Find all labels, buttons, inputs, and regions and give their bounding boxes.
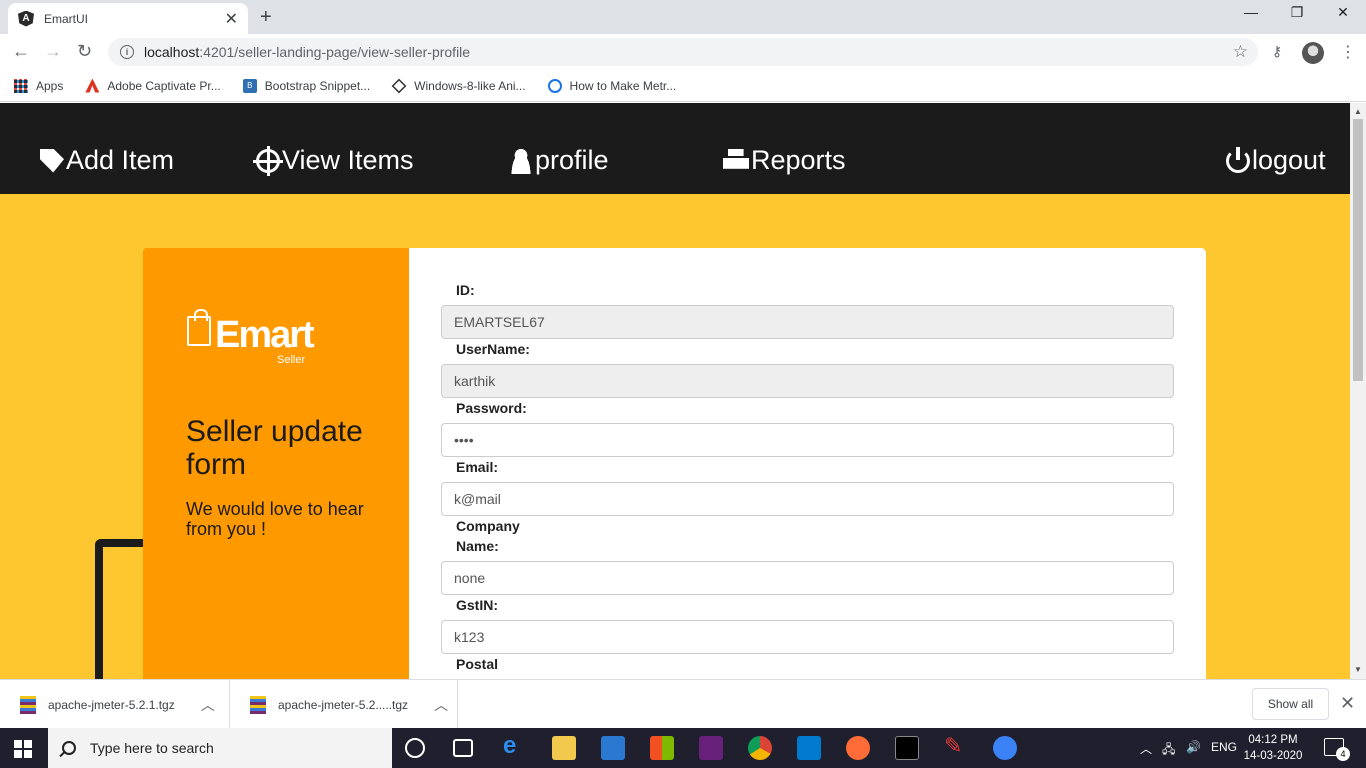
windows-start-icon[interactable] (14, 740, 32, 758)
form-info-panel: Emart Seller Seller update form We would… (143, 248, 409, 679)
crosshair-icon (253, 145, 283, 176)
chevron-up-icon[interactable]: ︿ (201, 695, 215, 715)
vscode-icon[interactable] (797, 736, 821, 760)
postman-icon[interactable] (846, 736, 870, 760)
docker-icon[interactable] (993, 736, 1017, 760)
minimize-icon[interactable]: — (1228, 4, 1274, 20)
address-bar[interactable]: i localhost:4201/seller-landing-page/vie… (108, 38, 1258, 66)
close-window-icon[interactable]: ✕ (1320, 4, 1366, 21)
windows-taskbar: Type here to search e ✎ ︿ 🖧 🔊 ENG 04:12 … (0, 728, 1366, 768)
store-icon[interactable] (650, 736, 674, 760)
close-downloads-icon[interactable]: ✕ (1340, 693, 1355, 714)
browser-tab[interactable]: A EmartUI ✕ (8, 3, 248, 34)
password-field[interactable] (441, 423, 1174, 457)
info-icon[interactable]: i (120, 45, 134, 59)
file-explorer-icon[interactable] (552, 736, 576, 760)
tag-icon (40, 148, 64, 173)
downloads-bar: apache-jmeter-5.2.1.tgz ︿ apache-jmeter-… (0, 679, 1366, 729)
bootstrap-icon: B (242, 78, 257, 93)
cortana-icon[interactable] (405, 738, 425, 758)
task-view-icon[interactable] (453, 739, 473, 757)
scroll-up-icon[interactable]: ▲ (1354, 107, 1362, 116)
taskbar-clock[interactable]: 04:12 PM 14-03-2020 (1236, 732, 1310, 764)
reload-icon[interactable]: ↻ (77, 41, 92, 62)
menu-kebab-icon[interactable]: ⋮ (1340, 42, 1356, 62)
form-subheading: We would love to hear from you ! (186, 499, 364, 539)
nav-reports[interactable]: Reports (723, 145, 846, 176)
url-text: localhost:4201/seller-landing-page/view-… (144, 44, 471, 60)
postal-label: Postal (456, 656, 499, 672)
app-navbar: Add Item View Items profile Reports logo… (0, 103, 1350, 194)
profile-avatar[interactable] (1302, 42, 1324, 64)
notification-icon[interactable]: 4 (1324, 738, 1350, 761)
email-field[interactable] (441, 482, 1174, 516)
form-heading: Seller update form (186, 415, 363, 481)
bookmark-windows[interactable]: Windows-8-like Ani... (391, 78, 526, 93)
nav-logout[interactable]: logout (1226, 145, 1326, 176)
page-scrollbar[interactable]: ▲ ▼ (1350, 103, 1366, 679)
volume-icon[interactable]: 🔊 (1186, 740, 1201, 754)
nav-add-item[interactable]: Add Item (40, 145, 174, 176)
bookmark-star-icon[interactable]: ☆ (1233, 42, 1248, 62)
archive-icon (20, 695, 36, 714)
edge-icon[interactable]: e (503, 732, 527, 759)
bookmark-adobe[interactable]: Adobe Captivate Pr... (85, 78, 221, 93)
seller-update-form: ID: UserName: Password: Email: Company N… (409, 248, 1206, 679)
nav-view-items[interactable]: View Items (253, 145, 414, 176)
id-field[interactable] (441, 305, 1174, 339)
company-name-label: Company Name: (456, 518, 520, 554)
tab-title: EmartUI (44, 11, 89, 26)
language-indicator[interactable]: ENG (1211, 740, 1237, 754)
user-icon (509, 147, 533, 174)
id-label: ID: (456, 282, 475, 298)
chrome-icon[interactable] (748, 736, 772, 760)
scroll-down-icon[interactable]: ▼ (1354, 665, 1362, 674)
mail-icon[interactable] (601, 736, 625, 760)
gstin-label: GstIN: (456, 597, 498, 613)
username-label: UserName: (456, 341, 530, 357)
taskbar-search[interactable]: Type here to search (48, 728, 392, 768)
chevron-up-icon[interactable]: ︿ (434, 695, 448, 715)
tray-chevron-icon[interactable]: ︿ (1140, 740, 1152, 757)
metro-icon (547, 78, 562, 93)
back-icon[interactable]: ← (12, 41, 30, 62)
email-label: Email: (456, 459, 499, 475)
print-icon (723, 148, 749, 173)
company-name-field[interactable] (441, 561, 1174, 595)
power-icon (1226, 146, 1250, 173)
password-label: Password: (456, 400, 527, 416)
nav-profile[interactable]: profile (509, 145, 609, 176)
page-content: Add Item View Items profile Reports logo… (0, 103, 1350, 679)
gstin-field[interactable] (441, 620, 1174, 654)
restore-icon[interactable]: ❐ (1274, 4, 1320, 21)
archive-icon (250, 695, 266, 714)
close-tab-icon[interactable]: ✕ (225, 9, 238, 29)
new-tab-icon[interactable]: + (260, 6, 272, 29)
username-field[interactable] (441, 364, 1174, 398)
bookmark-apps[interactable]: Apps (14, 78, 63, 93)
shopping-bag-icon (187, 309, 211, 346)
adobe-icon (85, 78, 100, 93)
terminal-icon[interactable] (895, 736, 919, 760)
search-icon (62, 741, 76, 755)
apps-icon (14, 78, 28, 93)
browser-toolbar: ← → ↻ i localhost:4201/seller-landing-pa… (0, 34, 1366, 70)
bookmarks-bar: Apps Adobe Captivate Pr... B Bootstrap Sn… (0, 70, 1366, 102)
visual-studio-icon[interactable] (699, 736, 723, 760)
download-item[interactable]: apache-jmeter-5.2.1.tgz ︿ (0, 680, 230, 729)
show-all-button[interactable]: Show all (1252, 688, 1329, 720)
bookmark-bootstrap[interactable]: B Bootstrap Snippet... (242, 78, 370, 93)
key-icon[interactable]: ⚷ (1272, 43, 1282, 60)
download-item[interactable]: apache-jmeter-5.2.....tgz ︿ (230, 680, 458, 729)
bookmark-metro[interactable]: How to Make Metr... (547, 78, 676, 93)
angular-icon: A (18, 10, 34, 27)
paint-icon[interactable]: ✎ (944, 733, 968, 758)
network-icon[interactable]: 🖧 (1162, 740, 1175, 761)
scrollbar-thumb[interactable] (1353, 119, 1363, 381)
browser-titlebar: A EmartUI ✕ + — ❐ ✕ (0, 0, 1366, 34)
forward-icon[interactable]: → (44, 41, 62, 62)
windows-icon (391, 78, 407, 93)
